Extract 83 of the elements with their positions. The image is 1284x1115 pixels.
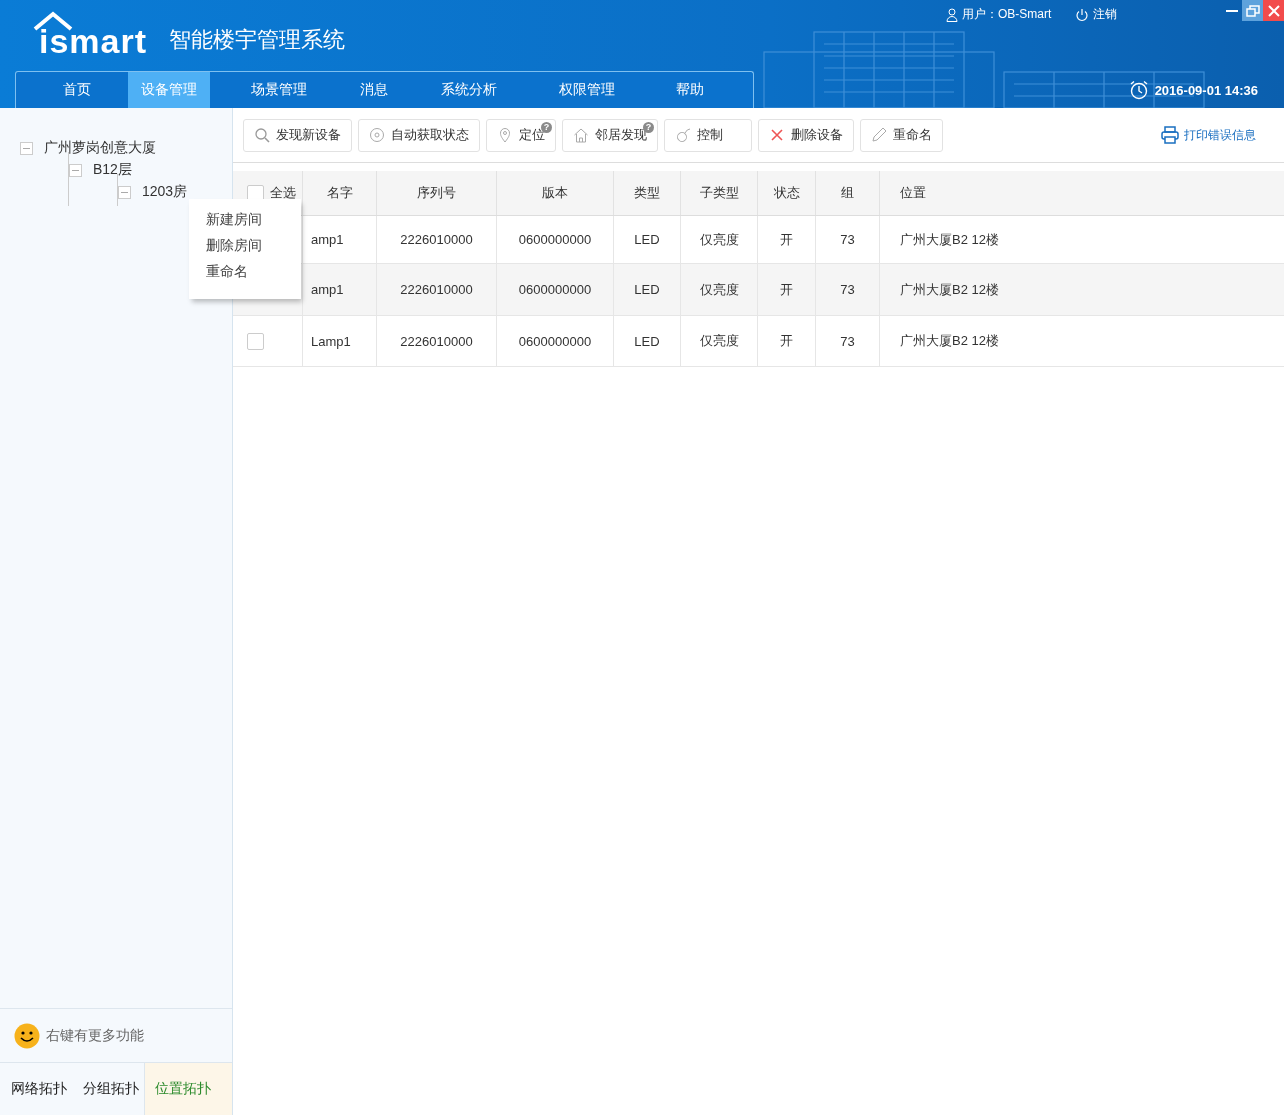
menu-item[interactable]: 删除房间 <box>189 233 301 259</box>
mouse-icon <box>675 127 691 143</box>
collapse-toggle[interactable] <box>69 163 82 177</box>
toolbar-button[interactable]: 控制 <box>664 118 752 152</box>
table-cell: 开 <box>780 280 793 299</box>
nav-tab[interactable]: 系统分析 <box>400 72 538 108</box>
user-icon <box>946 7 958 22</box>
table-cell: LED <box>634 282 660 297</box>
column-header: 序列号 <box>377 171 497 215</box>
table-cell: amp1 <box>311 282 344 297</box>
search-icon <box>254 127 270 143</box>
smiley-icon <box>14 1022 40 1049</box>
table-cell: 2226010000 <box>400 232 473 247</box>
logo: ismart <box>33 10 148 61</box>
pencil-icon <box>871 127 887 143</box>
select-all-label: 全选 <box>270 184 296 202</box>
tree-item[interactable]: 1203房 <box>142 183 188 201</box>
table-cell: 仅亮度 <box>699 332 739 350</box>
close-icon <box>1267 4 1280 17</box>
table-cell: 0600000000 <box>518 232 592 247</box>
column-header: 版本 <box>497 171 614 215</box>
cross-icon <box>769 127 785 143</box>
table-cell: LED <box>634 232 660 247</box>
tree-item[interactable]: B12层 <box>93 161 132 179</box>
close-button[interactable] <box>1263 0 1284 21</box>
table-cell: 开 <box>780 332 793 350</box>
table-cell: 73 <box>840 333 855 349</box>
toolbar-button[interactable]: 重命名 <box>860 118 943 152</box>
table-cell: 仅亮度 <box>699 280 739 299</box>
menu-item[interactable]: 新建房间 <box>189 207 301 233</box>
column-header: 子类型 <box>681 171 758 215</box>
toolbar-button[interactable]: 邻居发现? <box>562 118 658 152</box>
row-checkbox[interactable] <box>247 332 264 350</box>
table-cell: 广州大厦B2 12楼 <box>900 280 999 299</box>
table-cell: 广州大厦B2 12楼 <box>900 332 999 350</box>
print-errors-link[interactable]: 打印错误信息 <box>1161 126 1256 144</box>
alarm-clock-icon <box>1128 80 1149 100</box>
table-cell: 73 <box>840 232 855 247</box>
table-cell: 仅亮度 <box>699 230 739 249</box>
table-cell: 广州大厦B2 12楼 <box>900 230 999 249</box>
view-tab[interactable]: 网络拓扑 <box>0 1063 72 1115</box>
hint-text: 右键有更多功能 <box>46 1026 144 1045</box>
column-header: 组 <box>816 171 880 215</box>
app-title: 智能楼宇管理系统 <box>169 25 346 54</box>
table-cell: 2226010000 <box>400 282 473 297</box>
house-icon <box>573 127 589 143</box>
disc-icon <box>369 127 385 143</box>
date-time: 2016-09-01 14:36 <box>1154 82 1258 98</box>
menu-item[interactable]: 重命名 <box>189 259 301 285</box>
table-cell: 0600000000 <box>518 282 592 297</box>
column-header: 名字 <box>303 171 377 215</box>
nav-tab[interactable]: 帮助 <box>636 72 744 108</box>
location-pin-icon <box>497 127 513 143</box>
column-header: 类型 <box>614 171 681 215</box>
table-cell: 开 <box>780 230 793 249</box>
nav-tab[interactable]: 首页 <box>16 72 128 108</box>
restore-button[interactable] <box>1242 0 1263 21</box>
view-tab[interactable]: 分组拓扑 <box>72 1063 144 1115</box>
table-cell: 0600000000 <box>518 333 592 349</box>
table-cell: amp1 <box>311 232 344 247</box>
user-label: 用户：OB-Smart <box>962 6 1052 23</box>
table-cell: LED <box>634 333 660 349</box>
restore-icon <box>1245 4 1260 17</box>
nav-tab[interactable]: 消息 <box>348 72 400 108</box>
toolbar-button[interactable]: 自动获取状态 <box>358 118 480 152</box>
collapse-toggle[interactable] <box>20 141 33 155</box>
printer-icon <box>1161 126 1179 144</box>
roof-icon <box>33 10 73 31</box>
nav-tab[interactable]: 场景管理 <box>210 72 348 108</box>
table-cell: 2226010000 <box>400 333 473 349</box>
table-cell: Lamp1 <box>311 333 351 349</box>
column-header: 位置 <box>899 184 927 202</box>
power-icon <box>1075 7 1090 22</box>
view-tab[interactable]: 位置拓扑 <box>144 1063 232 1115</box>
tree-item[interactable]: 广州萝岗创意大厦 <box>44 139 156 157</box>
toolbar-button[interactable]: 发现新设备 <box>243 118 352 152</box>
nav-tab[interactable]: 权限管理 <box>538 72 636 108</box>
logout-link[interactable]: 注销 <box>1093 6 1118 23</box>
column-header: 状态 <box>758 171 816 215</box>
toolbar-button[interactable]: 定位? <box>486 118 556 152</box>
table-cell: 73 <box>840 282 855 297</box>
toolbar-button[interactable]: 删除设备 <box>758 118 854 152</box>
collapse-toggle[interactable] <box>118 185 131 199</box>
